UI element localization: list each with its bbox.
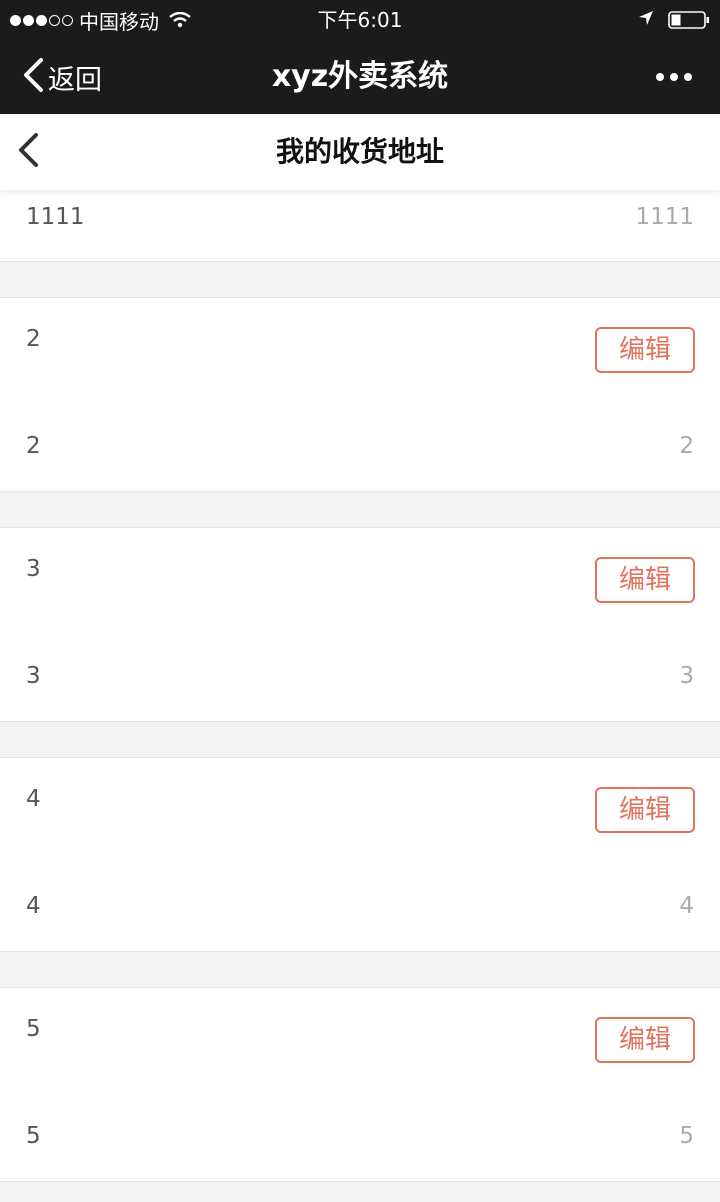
more-options-icon[interactable]	[650, 40, 692, 114]
address-name: 5	[26, 1016, 41, 1042]
page-header: 我的收货地址	[0, 114, 720, 190]
address-name: 1111	[26, 204, 85, 230]
edit-button[interactable]: 编辑	[595, 787, 695, 833]
list-item[interactable]: 1111 1111	[0, 190, 720, 262]
status-bar: 中国移动 下午6:01	[0, 0, 720, 40]
address-header-row: 4 编辑	[0, 757, 720, 866]
wechat-back-label: 返回	[48, 64, 102, 96]
address-header-row: 3 编辑	[0, 527, 720, 636]
address-detail-row[interactable]: 3 3	[0, 635, 720, 722]
address-detail-value: 2	[679, 433, 694, 459]
address-detail-row[interactable]: 5 5	[0, 1095, 720, 1182]
edit-button[interactable]: 编辑	[595, 327, 695, 373]
address-detail-value: 4	[679, 893, 694, 919]
address-detail: 2	[26, 433, 41, 459]
battery-icon	[668, 10, 710, 30]
wechat-nav-title: xyz外卖系统	[271, 59, 449, 94]
address-header-row: 5 编辑	[0, 987, 720, 1096]
edit-button[interactable]: 编辑	[595, 557, 695, 603]
page-title: 我的收货地址	[275, 135, 444, 168]
address-value: 1111	[635, 204, 694, 230]
address-header-row: 2 编辑	[0, 297, 720, 406]
wechat-nav-bar: 返回 xyz外卖系统	[0, 40, 720, 114]
address-detail: 4	[26, 893, 41, 919]
address-name: 3	[26, 556, 41, 582]
location-arrow-icon	[638, 10, 654, 30]
status-time: 下午6:01	[317, 8, 403, 32]
address-detail-row[interactable]: 2 2	[0, 405, 720, 492]
address-name: 4	[26, 786, 41, 812]
edit-button[interactable]: 编辑	[595, 1017, 695, 1063]
status-right	[638, 0, 710, 40]
address-detail: 3	[26, 663, 41, 689]
address-name: 2	[26, 326, 41, 352]
chevron-left-icon	[22, 57, 44, 97]
address-detail: 5	[26, 1123, 41, 1149]
wechat-back-button[interactable]: 返回	[22, 40, 102, 114]
address-detail-row[interactable]: 4 4	[0, 865, 720, 952]
address-detail-value: 5	[679, 1123, 694, 1149]
address-detail-value: 3	[679, 663, 694, 689]
